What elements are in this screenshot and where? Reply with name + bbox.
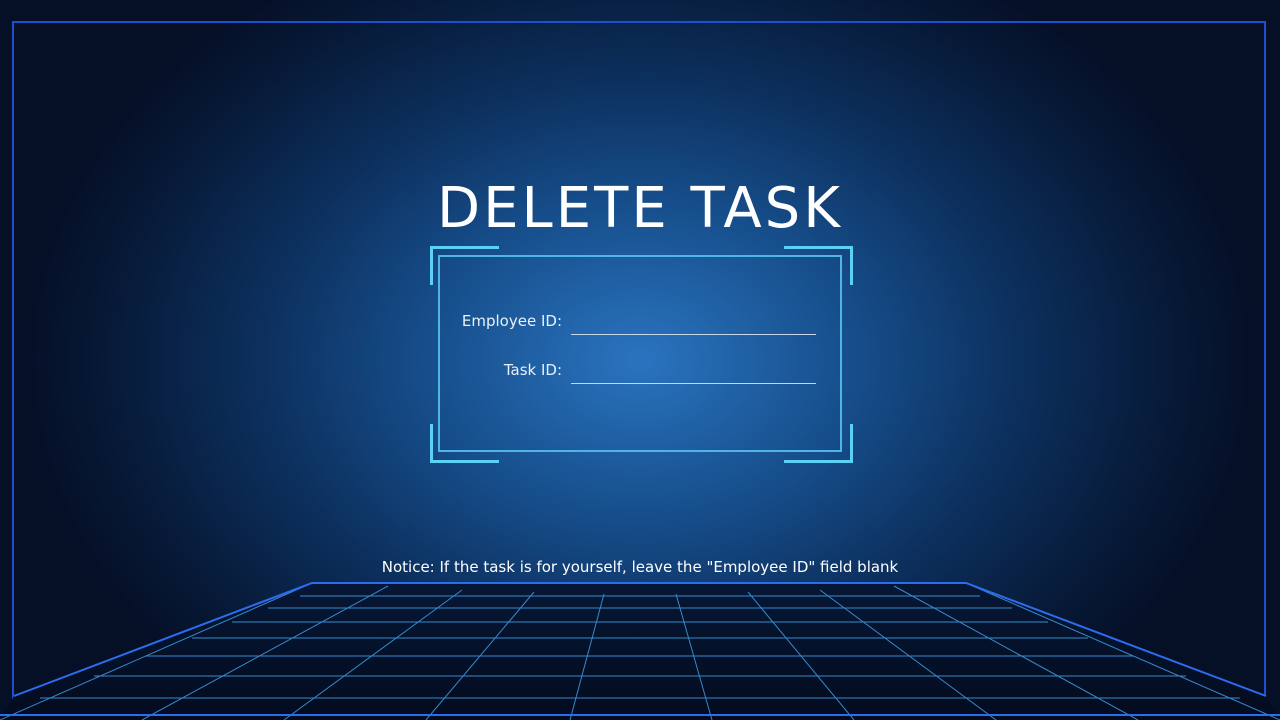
notice-text: Notice: If the task is for yourself, lea…: [381, 558, 899, 576]
employee-id-input[interactable]: [571, 311, 816, 335]
delete-task-form-panel: [438, 255, 842, 452]
page-title: DELETE TASK: [437, 175, 843, 241]
task-id-row: Task ID:: [440, 358, 840, 384]
employee-id-row: Employee ID:: [440, 309, 840, 335]
task-id-label: Task ID:: [503, 361, 562, 379]
task-id-input[interactable]: [571, 360, 816, 384]
employee-id-label: Employee ID:: [461, 312, 562, 330]
